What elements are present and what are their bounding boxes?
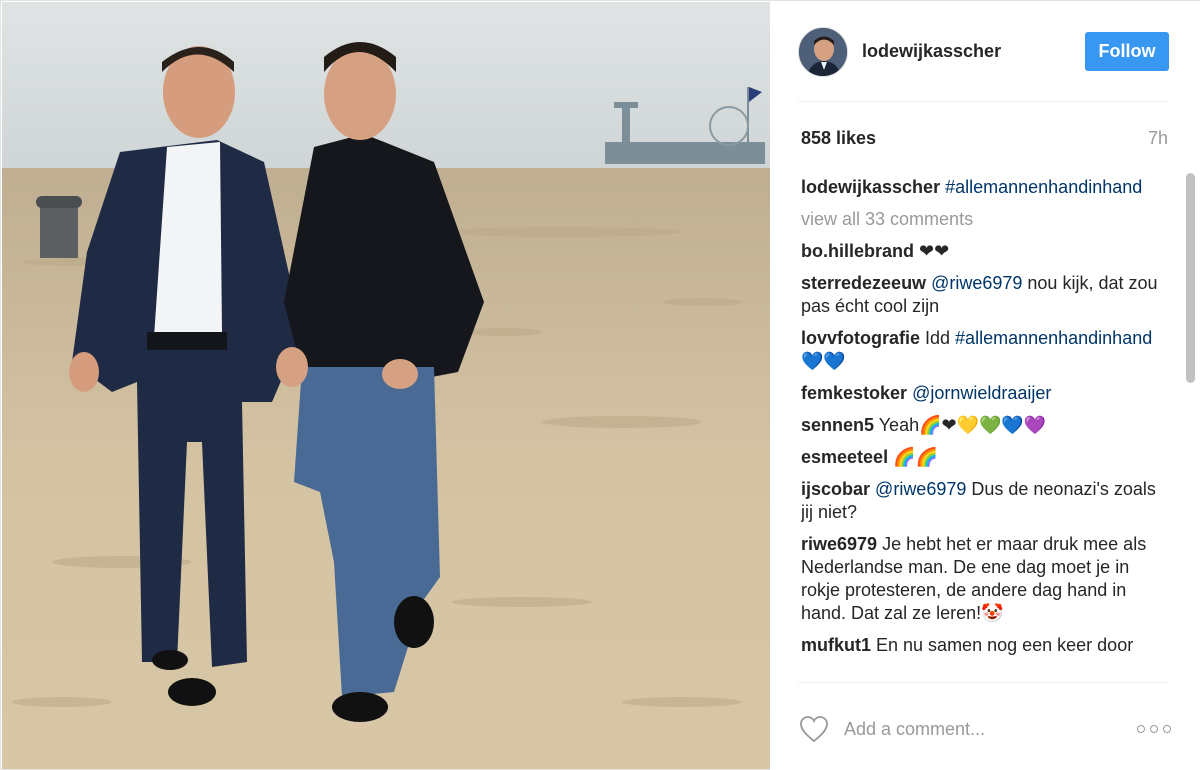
comment-text: 🌈🌈	[888, 447, 938, 467]
follow-button[interactable]: Follow	[1085, 32, 1169, 71]
comments-list: lodewijkasscher #allemannenhandinhand vi…	[801, 176, 1161, 680]
add-comment-input[interactable]	[844, 713, 1114, 745]
comment-text: ❤❤	[919, 241, 950, 261]
comment-text: En nu samen nog een keer door	[871, 635, 1134, 655]
comment-bar	[798, 682, 1171, 770]
comment-emoji: 💙💙	[801, 351, 846, 371]
comment-text: Yeah🌈❤💛💚💙💜	[874, 415, 1047, 435]
post-photo	[2, 2, 770, 769]
comment-username[interactable]: lovvfotografie	[801, 328, 920, 348]
post-timestamp[interactable]: 7h	[1148, 128, 1168, 149]
comment-username[interactable]: sterredezeeuw	[801, 273, 926, 293]
comment-mention[interactable]: @jornwieldraaijer	[912, 383, 1051, 403]
comment-username[interactable]: sennen5	[801, 415, 874, 435]
author-username[interactable]: lodewijkasscher	[862, 41, 1001, 62]
comment-item: ijscobar @riwe6979 Dus de neonazi's zoal…	[801, 478, 1161, 524]
comment-item: mufkut1 En nu samen nog een keer door	[801, 634, 1161, 657]
post-header: lodewijkasscher Follow	[798, 27, 1169, 102]
post-frame: lodewijkasscher Follow 858 likes 7h lode…	[0, 0, 1200, 770]
comment-username[interactable]: ijscobar	[801, 479, 870, 499]
comment-username[interactable]: bo.hillebrand	[801, 241, 914, 261]
comment-text: Idd	[920, 328, 956, 348]
comment-item: riwe6979 Je hebt het er maar druk mee al…	[801, 533, 1161, 625]
likes-count[interactable]: 858 likes	[801, 128, 876, 149]
comment-username[interactable]: femkestoker	[801, 383, 907, 403]
caption-username[interactable]: lodewijkasscher	[801, 177, 940, 197]
comment-item: bo.hillebrand ❤❤	[801, 240, 1161, 263]
comment-mention[interactable]: @riwe6979	[875, 479, 966, 499]
view-all-comments-link[interactable]: view all 33 comments	[801, 208, 1161, 231]
comment-username[interactable]: riwe6979	[801, 534, 877, 554]
post-side-panel: lodewijkasscher Follow 858 likes 7h lode…	[770, 1, 1200, 770]
comments-scrollbar-thumb[interactable]	[1186, 173, 1195, 383]
heart-outline-icon[interactable]	[799, 715, 829, 743]
comment-item: sennen5 Yeah🌈❤💛💚💙💜	[801, 414, 1161, 437]
comment-item: sterredezeeuw @riwe6979 nou kijk, dat zo…	[801, 272, 1161, 318]
comment-item: lovvfotografie Idd #allemannenhandinhand…	[801, 327, 1161, 373]
caption: lodewijkasscher #allemannenhandinhand	[801, 176, 1161, 199]
comment-item: esmeeteel 🌈🌈	[801, 446, 1161, 469]
comment-hashtag[interactable]: #allemannenhandinhand	[955, 328, 1152, 348]
comment-mention[interactable]: @riwe6979	[931, 273, 1022, 293]
comment-username[interactable]: mufkut1	[801, 635, 871, 655]
caption-hashtag[interactable]: #allemannenhandinhand	[945, 177, 1142, 197]
comment-item: femkestoker @jornwieldraaijer	[801, 382, 1161, 405]
more-options-icon[interactable]	[1137, 725, 1171, 733]
avatar[interactable]	[798, 27, 848, 77]
comment-username[interactable]: esmeeteel	[801, 447, 888, 467]
